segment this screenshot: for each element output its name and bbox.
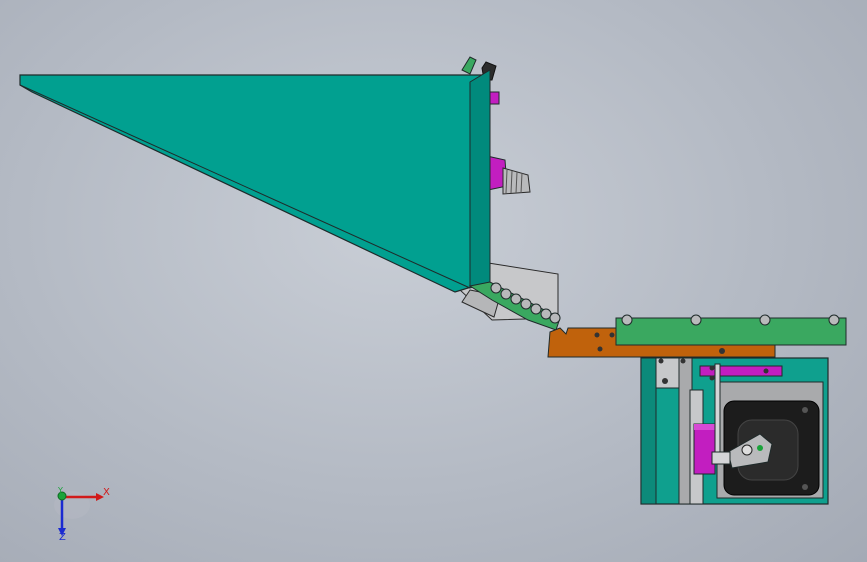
- green-rail[interactable]: [615, 317, 847, 346]
- x-axis-label: X: [103, 487, 110, 498]
- hopper-side-face: [469, 69, 491, 289]
- model-canvas[interactable]: [0, 0, 867, 562]
- base-box[interactable]: [640, 357, 829, 505]
- top-clip-green: [461, 56, 477, 75]
- z-axis-label: Z: [59, 532, 66, 543]
- magenta-carriage[interactable]: [693, 423, 716, 475]
- top-rail-assembly[interactable]: [615, 314, 847, 346]
- cad-viewport[interactable]: X Y Z: [0, 0, 867, 562]
- axis-triad: [54, 491, 104, 536]
- y-axis-label: Y: [58, 486, 63, 495]
- hopper-body[interactable]: [19, 74, 488, 293]
- hopper-assembly[interactable]: [19, 56, 561, 331]
- link-rod: [714, 363, 721, 459]
